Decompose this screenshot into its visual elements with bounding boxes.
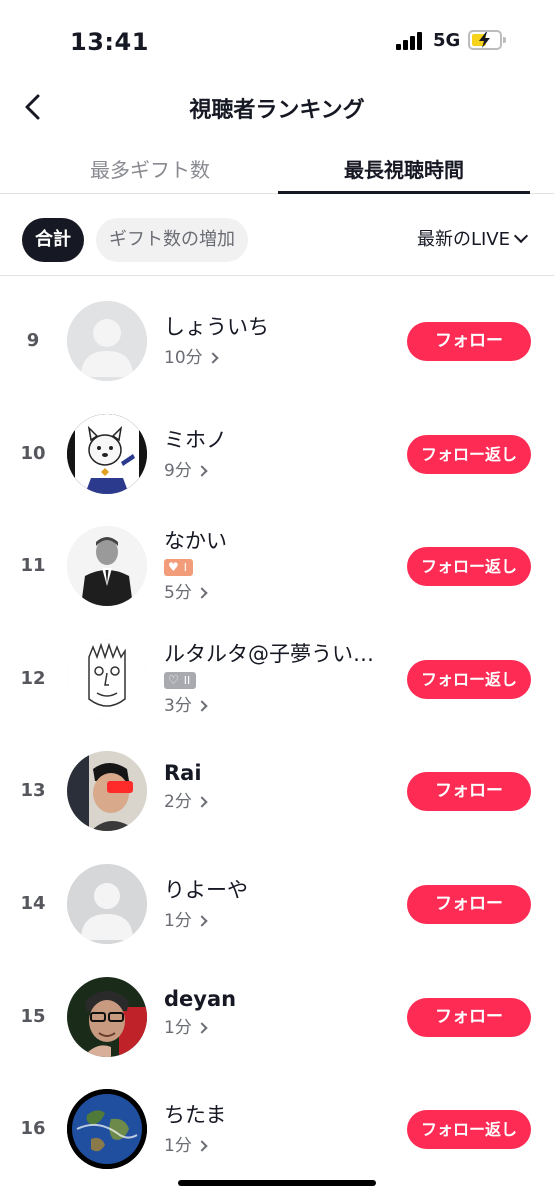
- list-item[interactable]: 11 なかい ♥ I 5分 フォロー返し: [0, 509, 554, 622]
- follow-back-button[interactable]: フォロー返し: [407, 547, 531, 587]
- viewer-name: りよーや: [164, 877, 248, 902]
- earth-avatar[interactable]: [67, 1089, 147, 1170]
- rank-number: 9: [26, 330, 40, 351]
- watch-duration[interactable]: 2分: [164, 787, 394, 812]
- rank-number: 16: [20, 1118, 46, 1140]
- tab-most-gifts[interactable]: 最多ギフト数: [24, 154, 276, 183]
- filter-gift-increase-chip[interactable]: ギフト数の増加: [96, 218, 248, 262]
- heart-icon: ♡: [168, 672, 179, 687]
- watch-duration[interactable]: 1分: [164, 1013, 394, 1038]
- viewer-name: ちたま: [164, 1103, 227, 1128]
- watch-duration[interactable]: 9分: [164, 456, 394, 481]
- ranking-tabs: 最多ギフト数 最長視聴時間: [0, 140, 554, 194]
- page-title: 視聴者ランキング: [189, 98, 365, 123]
- rank-number: 13: [20, 780, 46, 802]
- status-bar: 13:41 5G: [0, 0, 554, 80]
- follow-back-button[interactable]: フォロー返し: [407, 434, 531, 474]
- heart-icon: ♥: [168, 560, 179, 575]
- follow-button[interactable]: フォロー: [407, 997, 531, 1037]
- list-item[interactable]: 15 deyan 1分 フォロー: [0, 960, 554, 1073]
- default-avatar-icon[interactable]: [67, 863, 147, 944]
- rank-number: 11: [20, 555, 46, 577]
- fan-level-badge: ♡ II: [164, 671, 197, 689]
- face-sketch-avatar[interactable]: [67, 638, 147, 719]
- list-item[interactable]: 14 りよーや 1分 フォロー: [0, 847, 554, 960]
- chevron-down-icon: [513, 228, 529, 244]
- chevron-right-icon: [196, 1021, 208, 1034]
- watch-duration[interactable]: 1分: [164, 1131, 394, 1156]
- divider: [0, 275, 554, 276]
- charging-bolt-icon: [479, 32, 490, 48]
- follow-back-button[interactable]: フォロー返し: [407, 659, 531, 699]
- chevron-right-icon: [196, 700, 208, 712]
- person-photo-avatar[interactable]: [67, 751, 147, 832]
- viewer-name: Rai: [164, 761, 202, 786]
- network-label: 5G: [433, 30, 461, 51]
- home-indicator[interactable]: [178, 1180, 376, 1186]
- fan-level-badge: ♥ I: [164, 559, 194, 577]
- sort-dropdown[interactable]: 最新のLIVE: [416, 218, 529, 262]
- viewer-name: しょういち: [164, 315, 269, 339]
- list-item[interactable]: 12 ルタルタ@子夢うい… ♡ II 3分 フォロー返し: [0, 622, 554, 735]
- list-item[interactable]: 13 Rai 2分 フォロー: [0, 734, 554, 847]
- signal-icon: [396, 32, 426, 50]
- selfie-photo-avatar[interactable]: [67, 976, 147, 1057]
- list-item[interactable]: 9 しょういち 10分 フォロー: [0, 284, 554, 397]
- tab-longest-watch-time[interactable]: 最長視聴時間: [278, 154, 530, 183]
- watch-duration[interactable]: 10分: [164, 343, 394, 368]
- follow-back-button[interactable]: フォロー返し: [407, 1110, 531, 1150]
- watch-duration[interactable]: 5分: [164, 578, 394, 603]
- chevron-right-icon: [196, 464, 208, 477]
- chevron-right-icon: [196, 1140, 208, 1152]
- default-avatar-icon[interactable]: [67, 301, 147, 381]
- sort-dropdown-label: 最新のLIVE: [416, 229, 510, 250]
- status-time: 13:41: [70, 28, 149, 56]
- filter-total-chip[interactable]: 合計: [22, 218, 84, 262]
- rank-number: 12: [20, 667, 46, 689]
- battery-icon: [468, 30, 506, 50]
- active-tab-indicator: [278, 191, 530, 194]
- viewer-list: 9 しょういち 10分 フォロー 10 ミホノ 9分 フォロー返し 11 なかい…: [0, 284, 554, 1185]
- follow-button[interactable]: フォロー: [407, 884, 531, 924]
- viewer-name: deyan: [164, 986, 237, 1011]
- list-item[interactable]: 10 ミホノ 9分 フォロー返し: [0, 397, 554, 510]
- viewer-name: ミホノ: [164, 427, 227, 452]
- watch-duration[interactable]: 3分: [164, 691, 394, 716]
- follow-button[interactable]: フォロー: [407, 772, 531, 812]
- rank-number: 15: [20, 1005, 46, 1027]
- rank-number: 10: [20, 442, 46, 464]
- filter-bar: 合計 ギフト数の増加 最新のLIVE: [0, 216, 554, 274]
- watch-duration[interactable]: 1分: [164, 906, 394, 931]
- viewer-name: ルタルタ@子夢うい…: [164, 641, 374, 666]
- chevron-right-icon: [196, 915, 208, 927]
- chevron-right-icon: [196, 796, 208, 809]
- follow-button[interactable]: フォロー: [407, 322, 531, 361]
- viewer-name: なかい: [164, 529, 227, 554]
- chevron-right-icon: [196, 587, 208, 599]
- man-in-suit-avatar[interactable]: [67, 526, 147, 607]
- chevron-right-icon: [206, 352, 219, 364]
- list-item[interactable]: 16 ちたま 1分 フォロー返し: [0, 1072, 554, 1185]
- dog-illustration-avatar[interactable]: [67, 413, 147, 494]
- rank-number: 14: [20, 892, 46, 914]
